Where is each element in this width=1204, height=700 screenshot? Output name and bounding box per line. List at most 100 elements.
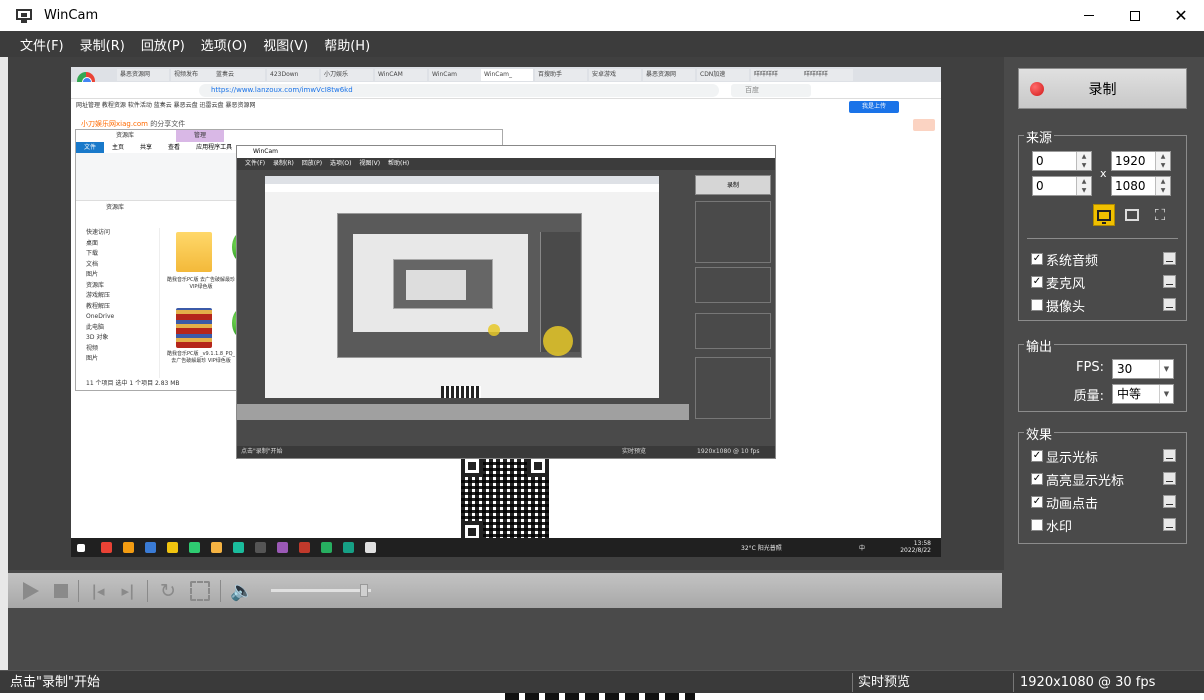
nested-address-row (265, 184, 659, 192)
maximize-button[interactable] (1112, 0, 1158, 31)
spin-arrows-icon[interactable]: ▲ ▼ (1155, 177, 1170, 195)
volume-button[interactable]: 🔈 (225, 573, 259, 608)
upload-button: 我是上传 (849, 101, 899, 113)
browser-tab: WinCam (429, 69, 481, 81)
checkbox[interactable]: ✓ (1031, 450, 1043, 462)
spin-arrows-icon[interactable]: ▲ ▼ (1076, 177, 1091, 195)
taskbar-app-icon (343, 542, 354, 553)
capture-region-button[interactable]: ⛶ (1149, 204, 1171, 226)
checkbox-animate-clicks[interactable]: ✓ 动画点击 (1031, 494, 1176, 512)
taskbar-clock: 13:58 2022/8/22 (900, 540, 931, 554)
separator (220, 579, 221, 602)
taskbar-app-icon (255, 542, 266, 553)
window-icon (1125, 209, 1139, 221)
menu-record[interactable]: 录制(R) (72, 35, 133, 54)
quality-select[interactable]: 中等 ▼ (1112, 384, 1174, 404)
checkbox-microphone[interactable]: ✓ 麦克风 (1031, 274, 1176, 292)
checkbox[interactable]: ✓ (1031, 473, 1043, 485)
volume-slider[interactable] (271, 584, 371, 597)
source-width-input[interactable]: 1920 ▲ ▼ (1111, 151, 1171, 171)
checkbox[interactable]: ✓ (1031, 276, 1043, 288)
taskbar-ime: 中 (859, 545, 866, 552)
maximize-icon (1130, 10, 1140, 21)
nested-qr (441, 386, 481, 398)
taskbar-app-icon (123, 542, 134, 553)
browser-address-row: https://www.lanzoux.com/imwVcI8tw6kd 百度 (71, 82, 941, 99)
file-caption: 酷我音乐PC版 _v9.1.1.8_PQ_ 去广告破解最珍 VIP绿色版 (167, 351, 235, 364)
volume-slider-thumb[interactable] (360, 584, 369, 597)
browser-tab: 咩咩咩咩 (751, 69, 803, 81)
nested-title: WinCam (237, 146, 775, 158)
windows-icon (77, 544, 85, 552)
nested-preview-level3 (406, 270, 466, 300)
checkbox-watermark[interactable]: 水印 (1031, 517, 1176, 535)
checkbox-system-audio[interactable]: ✓ 系统音频 (1031, 251, 1176, 269)
nested-effects-group (695, 357, 771, 419)
chevron-down-icon: ▼ (1159, 360, 1173, 378)
checkbox[interactable] (1031, 519, 1043, 531)
checkbox-camera[interactable]: 摄像头 (1031, 297, 1176, 315)
orange-tag (913, 119, 935, 131)
source-group: 来源 0 ▲ ▼ 0 ▲ ▼ x 1920 ▲ ▼ 1080 ▲ ▼ ⛶ ✓ 系统音频 ✓ 麦克风 … (1018, 127, 1187, 321)
previous-button[interactable]: |◂ (83, 573, 113, 608)
spin-arrows-icon[interactable]: ▲ ▼ (1155, 152, 1170, 170)
checkbox-highlight-cursor[interactable]: ✓ 高亮显示光标 (1031, 471, 1176, 489)
source-y-input[interactable]: 0 ▲ ▼ (1032, 176, 1092, 196)
nested-controls (237, 404, 689, 420)
source-group-title: 来源 (1024, 127, 1055, 146)
status-hint: 点击"录制"开始 (10, 675, 100, 690)
speaker-icon: 🔈 (230, 580, 254, 602)
capture-window-button[interactable] (1121, 204, 1143, 226)
play-button[interactable] (8, 573, 48, 608)
chevron-down-icon: ▼ (1159, 385, 1173, 403)
capture-fullscreen-button[interactable] (1093, 204, 1115, 226)
crop-icon: ⛶ (1154, 206, 1166, 224)
nested-browser-tabs (265, 176, 659, 184)
checkbox-show-cursor[interactable]: ✓ 显示光标 (1031, 448, 1176, 466)
minimize-button[interactable] (1066, 0, 1112, 31)
skip-forward-icon: ▸| (121, 581, 135, 600)
checkbox[interactable] (1031, 299, 1043, 311)
menu-help[interactable]: 帮助(H) (316, 35, 378, 54)
spin-arrows-icon[interactable]: ▲ ▼ (1076, 152, 1091, 170)
checkbox[interactable]: ✓ (1031, 496, 1043, 508)
next-button[interactable]: ▸| (113, 573, 143, 608)
checkbox[interactable]: ✓ (1031, 253, 1043, 265)
status-mode: 实时预览 (858, 675, 911, 690)
menu-options[interactable]: 选项(O) (193, 35, 255, 54)
options-button[interactable] (1163, 495, 1176, 508)
menu-view[interactable]: 视图(V) (255, 35, 316, 54)
browser-url: https://www.lanzoux.com/imwVcI8tw6kd (199, 84, 719, 97)
browser-tab: 暴恶资源网 (643, 69, 695, 81)
options-button[interactable] (1163, 518, 1176, 531)
cursor-highlight (543, 326, 573, 356)
browser-tab: 蓝奏云 (213, 69, 265, 81)
options-button[interactable] (1163, 252, 1176, 265)
stop-button[interactable] (48, 573, 74, 608)
taskbar-app-icon (145, 542, 156, 553)
loop-button[interactable]: ↻ (152, 573, 184, 608)
quality-label: 质量: (1073, 389, 1104, 404)
taskbar-app-icon (321, 542, 332, 553)
menu-file[interactable]: 文件(F) (12, 35, 72, 54)
fullscreen-button[interactable] (184, 573, 216, 608)
options-button[interactable] (1163, 275, 1176, 288)
status-resolution: 1920x1080 @ 30 fps (1020, 675, 1156, 690)
options-button[interactable] (1163, 472, 1176, 485)
menu-playback[interactable]: 回放(P) (133, 35, 193, 54)
record-button[interactable]: 录制 (1018, 68, 1187, 109)
output-group: 输出 FPS: 30 ▼ 质量: 中等 ▼ (1018, 336, 1187, 412)
source-x-input[interactable]: 0 ▲ ▼ (1032, 151, 1092, 171)
nested-menu: 文件(F) 录制(R) 回放(P) 选项(O) 视图(V) 帮助(H) (237, 158, 775, 170)
menu-bar: 文件(F) 录制(R) 回放(P) 选项(O) 视图(V) 帮助(H) (0, 31, 1204, 57)
nested-output-group (695, 313, 771, 349)
fps-select[interactable]: 30 ▼ (1112, 359, 1174, 379)
browser-tab: 咩咩咩咩 (801, 69, 853, 81)
close-button[interactable]: ✕ (1158, 0, 1204, 31)
options-button[interactable] (1163, 298, 1176, 311)
options-button[interactable] (1163, 449, 1176, 462)
source-height-input[interactable]: 1080 ▲ ▼ (1111, 176, 1171, 196)
file-caption: 酷我音乐PC版 去广告破解最珍VIP绿色版 (166, 277, 236, 290)
nested-audio-group (695, 267, 771, 303)
site-user: 小刀娱乐网xiag.com 的分享文件 (81, 120, 186, 128)
